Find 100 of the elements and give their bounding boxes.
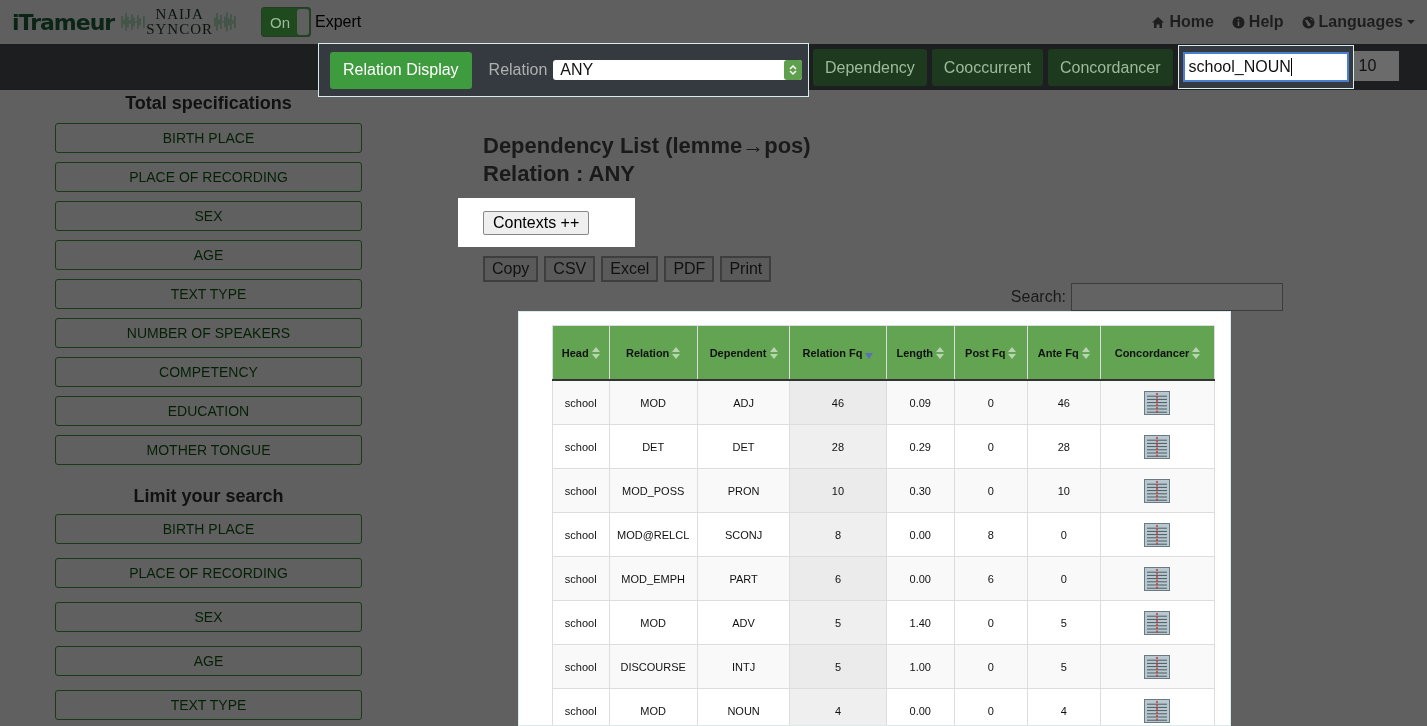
- table-cell: 0: [987, 484, 994, 497]
- filter-button[interactable]: SEX: [55, 602, 362, 632]
- filter-button[interactable]: PLACE OF RECORDING: [55, 558, 362, 588]
- table-cell: 0.00: [909, 528, 931, 541]
- relation-select[interactable]: ANY: [553, 60, 802, 80]
- table-cell: 0: [987, 440, 994, 453]
- column-header[interactable]: Post Fq: [954, 325, 1028, 380]
- sort-icon: [591, 345, 600, 360]
- table-cell: school: [564, 440, 597, 453]
- nav-button[interactable]: Concordancer: [1048, 49, 1173, 86]
- sort-icon: [1192, 345, 1201, 360]
- table-cell: 8: [987, 528, 994, 541]
- search-label: Search:: [1010, 288, 1066, 306]
- table-cell: 0.30: [909, 484, 931, 497]
- table-cell: school: [564, 616, 597, 629]
- count-input[interactable]: 10: [1353, 51, 1399, 81]
- table-cell: 6: [987, 572, 994, 585]
- column-header[interactable]: Relation: [609, 325, 698, 380]
- export-button[interactable]: Excel: [601, 256, 659, 282]
- table-cell: ADV: [732, 616, 755, 629]
- column-header[interactable]: Length: [886, 325, 955, 380]
- concordance-icon[interactable]: [1144, 434, 1171, 459]
- table-cell: 5: [1060, 616, 1067, 629]
- table-cell: MOD: [640, 616, 666, 629]
- concordance-icon[interactable]: [1144, 654, 1171, 679]
- filter-button[interactable]: TEXT TYPE: [55, 690, 362, 720]
- table-cell: 0: [987, 616, 994, 629]
- home-icon: [1151, 15, 1166, 29]
- query-input[interactable]: school_NOUN: [1182, 52, 1349, 82]
- export-button[interactable]: PDF: [664, 256, 715, 282]
- table-cell: 0: [1060, 528, 1067, 541]
- concordance-icon[interactable]: [1144, 566, 1171, 591]
- table-cell: 0: [987, 704, 994, 717]
- table-cell: 5: [1060, 660, 1067, 673]
- column-header[interactable]: Head: [552, 325, 609, 380]
- export-button[interactable]: CSV: [544, 256, 596, 282]
- export-button[interactable]: Print: [720, 256, 772, 282]
- sort-icon: [1081, 345, 1090, 360]
- table-cell: MOD: [640, 704, 666, 717]
- table-cell: 0.00: [909, 704, 931, 717]
- table-cell: MOD_EMPH: [621, 572, 685, 585]
- filter-button[interactable]: EDUCATION: [55, 396, 362, 426]
- filter-button[interactable]: AGE: [55, 240, 362, 270]
- relation-label: Relation: [488, 61, 548, 79]
- filter-button[interactable]: BIRTH PLACE: [55, 514, 362, 544]
- home-link[interactable]: Home: [1151, 13, 1214, 31]
- table-cell: MOD@RELCL: [617, 528, 690, 541]
- table-cell: NOUN: [727, 704, 760, 717]
- filter-button[interactable]: COMPETENCY: [55, 357, 362, 387]
- sort-descending-icon: [865, 352, 874, 359]
- filter-button[interactable]: PLACE OF RECORDING: [55, 162, 362, 192]
- export-button[interactable]: Copy: [483, 256, 539, 282]
- globe-icon: [1301, 15, 1315, 29]
- table-cell: DISCOURSE: [620, 660, 686, 673]
- relation-display-button[interactable]: Relation Display: [330, 51, 472, 89]
- search-field[interactable]: [1071, 283, 1283, 311]
- table-cell: INTJ: [731, 660, 756, 673]
- contexts-button[interactable]: Contexts ++: [483, 210, 590, 235]
- filter-button[interactable]: SEX: [55, 201, 362, 231]
- table-cell: 0: [987, 660, 994, 673]
- table-cell: SCONJ: [724, 528, 763, 541]
- concordance-icon[interactable]: [1144, 698, 1171, 723]
- table-cell: school: [564, 660, 597, 673]
- filter-button[interactable]: NUMBER OF SPEAKERS: [55, 318, 362, 348]
- table-cell: 10: [1057, 484, 1070, 497]
- languages-link[interactable]: Languages: [1301, 13, 1415, 31]
- concordance-icon[interactable]: [1144, 610, 1171, 635]
- nav-button[interactable]: Cooccurrent: [931, 49, 1043, 86]
- expert-toggle[interactable]: On: [261, 7, 312, 37]
- help-link[interactable]: Help: [1231, 13, 1284, 31]
- sort-icon: [672, 345, 681, 360]
- table-cell: 4: [1060, 704, 1067, 717]
- table-cell: 5: [834, 616, 842, 629]
- table-cell: 0: [987, 396, 994, 409]
- filter-button[interactable]: BIRTH PLACE: [55, 123, 362, 153]
- concordance-icon[interactable]: [1144, 478, 1171, 503]
- filter-button[interactable]: MOTHER TONGUE: [55, 435, 362, 465]
- table-cell: 5: [834, 660, 842, 673]
- table-cell: 10: [831, 484, 845, 497]
- column-header[interactable]: Ante Fq: [1027, 325, 1101, 380]
- caret-icon: [1407, 19, 1415, 25]
- table-cell: 46: [831, 396, 845, 409]
- nav-button[interactable]: Dependency: [813, 49, 927, 86]
- table-cell: 0: [1060, 572, 1067, 585]
- table-cell: PRON: [727, 484, 760, 497]
- mode-label: Expert: [315, 13, 362, 31]
- column-header[interactable]: Dependent: [697, 325, 790, 380]
- filter-button[interactable]: TEXT TYPE: [55, 279, 362, 309]
- table-cell: MOD_POSS: [621, 484, 685, 497]
- table-cell: 0.00: [909, 572, 931, 585]
- filter-button[interactable]: AGE: [55, 646, 362, 676]
- section-title: Total specifications: [124, 93, 293, 114]
- table-cell: 28: [831, 440, 845, 453]
- section-title: Limit your search: [132, 486, 285, 507]
- column-header[interactable]: Concordancer: [1100, 325, 1215, 380]
- concordance-icon[interactable]: [1144, 390, 1171, 415]
- logo: iTrameur: [12, 9, 115, 35]
- column-header[interactable]: Relation Fq: [789, 325, 887, 380]
- table-cell: 1.00: [909, 660, 931, 673]
- concordance-icon[interactable]: [1144, 522, 1171, 547]
